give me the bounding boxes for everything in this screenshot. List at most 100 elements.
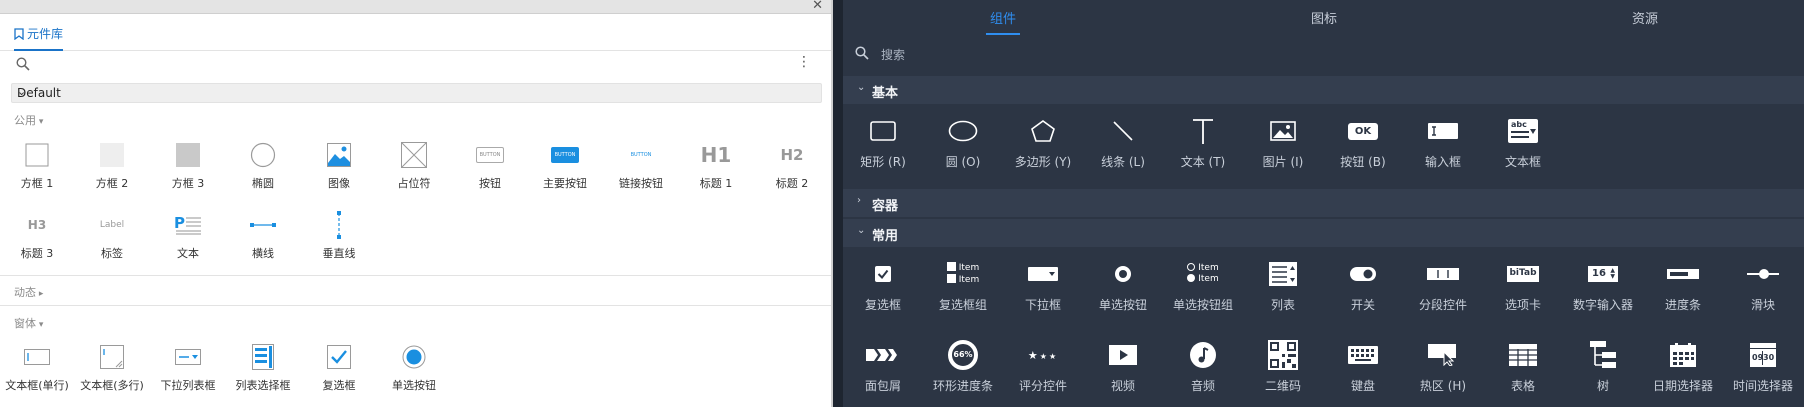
widget-ellipse[interactable]: 椭圆 (225, 138, 301, 198)
component-time-picker[interactable]: 09 30 时间选择器 (1723, 337, 1803, 397)
component-number-input[interactable]: 16 ▲ ▼ 数字输入器 (1563, 256, 1643, 316)
library-select[interactable]: Default ⌄ (11, 83, 822, 103)
slider-icon (1747, 269, 1779, 279)
component-tree[interactable]: 树 (1563, 337, 1643, 397)
polygon-icon (1031, 120, 1055, 142)
component-date-picker[interactable]: 日期选择器 (1643, 337, 1723, 397)
section-common[interactable]: ⌄ 常用 (843, 219, 1804, 247)
widget-heading-1[interactable]: H1 标题 1 (678, 138, 754, 198)
widget-vertical-line[interactable]: 垂直线 (301, 208, 377, 268)
component-radio-group[interactable]: Item Item 单选按钮组 (1163, 256, 1243, 316)
tab-icons[interactable]: 图标 (1311, 8, 1337, 27)
component-circle[interactable]: 圆 (O) (923, 113, 1003, 173)
chevron-right-icon: › (857, 195, 861, 206)
component-radio[interactable]: 单选按钮 (1083, 256, 1163, 316)
widget-button[interactable]: BUTTON 按钮 (452, 138, 528, 198)
widget-textbox-single[interactable]: 文本框(单行) (0, 340, 75, 400)
component-ring-progress[interactable]: 66% 环形进度条 (923, 337, 1003, 397)
component-image[interactable]: 图片 (I) (1243, 113, 1323, 173)
section-common[interactable]: 公用 (14, 112, 43, 128)
keyboard-icon (1348, 346, 1378, 364)
box2-icon (100, 143, 124, 167)
search-icon (855, 46, 869, 60)
circle-icon (948, 120, 978, 142)
widget-box-2[interactable]: 方框 2 (74, 138, 150, 198)
search-icon[interactable] (16, 57, 30, 71)
widget-link-button[interactable]: BUTTON 链接按钮 (603, 138, 679, 198)
component-rectangle[interactable]: 矩形 (R) (843, 113, 923, 173)
component-qr-code[interactable]: 二维码 (1243, 337, 1323, 397)
component-breadcrumb[interactable]: 面包屑 (843, 337, 923, 397)
heading3-icon: H3 (27, 218, 47, 232)
more-options-icon[interactable]: ⋮ (797, 55, 811, 69)
component-input[interactable]: 输入框 (1403, 113, 1483, 173)
widget-primary-button[interactable]: BUTTON 主要按钮 (527, 138, 603, 198)
box1-icon (25, 143, 49, 167)
component-switch[interactable]: 开关 (1323, 256, 1403, 316)
input-box-icon (1428, 123, 1458, 139)
tab-components[interactable]: 组件 (985, 8, 1021, 35)
checkbox-icon (327, 345, 351, 369)
component-progress-bar[interactable]: 进度条 (1643, 256, 1723, 316)
list-box-icon (252, 344, 274, 370)
widget-heading-3[interactable]: H3 标题 3 (0, 208, 75, 268)
component-text[interactable]: 文本 (T) (1163, 113, 1243, 173)
component-slider[interactable]: 滑块 (1723, 256, 1803, 316)
widget-textbox-multi[interactable]: 文本框(多行) (74, 340, 150, 400)
bookmark-icon (14, 27, 24, 40)
section-form[interactable]: 窗体 (14, 315, 43, 331)
component-video[interactable]: 视频 (1083, 337, 1163, 397)
rating-stars-icon: ★★★ (1027, 348, 1059, 362)
segmented-control-icon (1427, 268, 1459, 280)
component-rating[interactable]: ★★★ 评分控件 (1003, 337, 1083, 397)
close-icon[interactable]: ✕ (812, 0, 823, 13)
heading2-icon: H2 (780, 146, 804, 164)
widget-box-1[interactable]: 方框 1 (0, 138, 75, 198)
heading1-icon: H1 (700, 143, 732, 167)
image-icon (1270, 121, 1296, 141)
component-hotspot[interactable]: 热区 (H) (1403, 337, 1483, 397)
widget-image[interactable]: 图像 (301, 138, 377, 198)
component-tabs[interactable]: biTab 选项卡 (1483, 256, 1563, 316)
tab-resources[interactable]: 资源 (1632, 8, 1658, 27)
component-keyboard[interactable]: 键盘 (1323, 337, 1403, 397)
component-audio[interactable]: 音频 (1163, 337, 1243, 397)
widget-box-3[interactable]: 方框 3 (150, 138, 226, 198)
components-panel: 组件 图标 资源 搜索 ⌄ 基本 矩形 (R) 圆 (O) 多边形 (Y) 线条… (843, 0, 1804, 407)
primary-button-icon: BUTTON (551, 147, 579, 163)
widget-list-box[interactable]: 列表选择框 (225, 340, 301, 400)
divider (0, 305, 831, 306)
section-basic[interactable]: ⌄ 基本 (843, 76, 1804, 104)
component-button[interactable]: OK 按钮 (B) (1323, 113, 1403, 173)
component-checkbox-group[interactable]: Item Item 复选框组 (923, 256, 1003, 316)
widget-checkbox[interactable]: 复选框 (301, 340, 377, 400)
radio-icon (1115, 266, 1131, 282)
section-container[interactable]: › 容器 (843, 189, 1804, 217)
widget-label[interactable]: Label 标签 (74, 208, 150, 268)
radio-group-icon: Item Item (1187, 263, 1219, 285)
section-dynamic[interactable]: 动态 (14, 284, 43, 300)
component-polygon[interactable]: 多边形 (Y) (1003, 113, 1083, 173)
component-segmented-control[interactable]: 分段控件 (1403, 256, 1483, 316)
component-list[interactable]: 列表 (1243, 256, 1323, 316)
chevron-down-icon: ⌄ (857, 82, 866, 93)
placeholder-icon (401, 142, 427, 168)
switch-icon (1350, 267, 1376, 281)
text-paragraph-icon: P (174, 214, 201, 235)
component-textarea[interactable]: abc 文本框 (1483, 113, 1563, 173)
tree-icon (1590, 341, 1616, 368)
widget-horizontal-line[interactable]: 横线 (225, 208, 301, 268)
tab-component-library[interactable]: 元件库 (14, 25, 64, 51)
component-checkbox[interactable]: 复选框 (843, 256, 923, 316)
component-search[interactable]: 搜索 (843, 40, 1804, 68)
widget-radio-button[interactable]: 单选按钮 (376, 340, 452, 400)
widget-text[interactable]: P 文本 (150, 208, 226, 268)
component-dropdown[interactable]: 下拉框 (1003, 256, 1083, 316)
widget-heading-2[interactable]: H2 标题 2 (754, 138, 830, 198)
widget-dropdown-list[interactable]: 下拉列表框 (150, 340, 226, 400)
video-play-icon (1109, 345, 1137, 365)
component-line[interactable]: 线条 (L) (1083, 113, 1163, 173)
component-table[interactable]: 表格 (1483, 337, 1563, 397)
search-placeholder: 搜索 (881, 48, 906, 62)
widget-placeholder[interactable]: 占位符 (376, 138, 452, 198)
